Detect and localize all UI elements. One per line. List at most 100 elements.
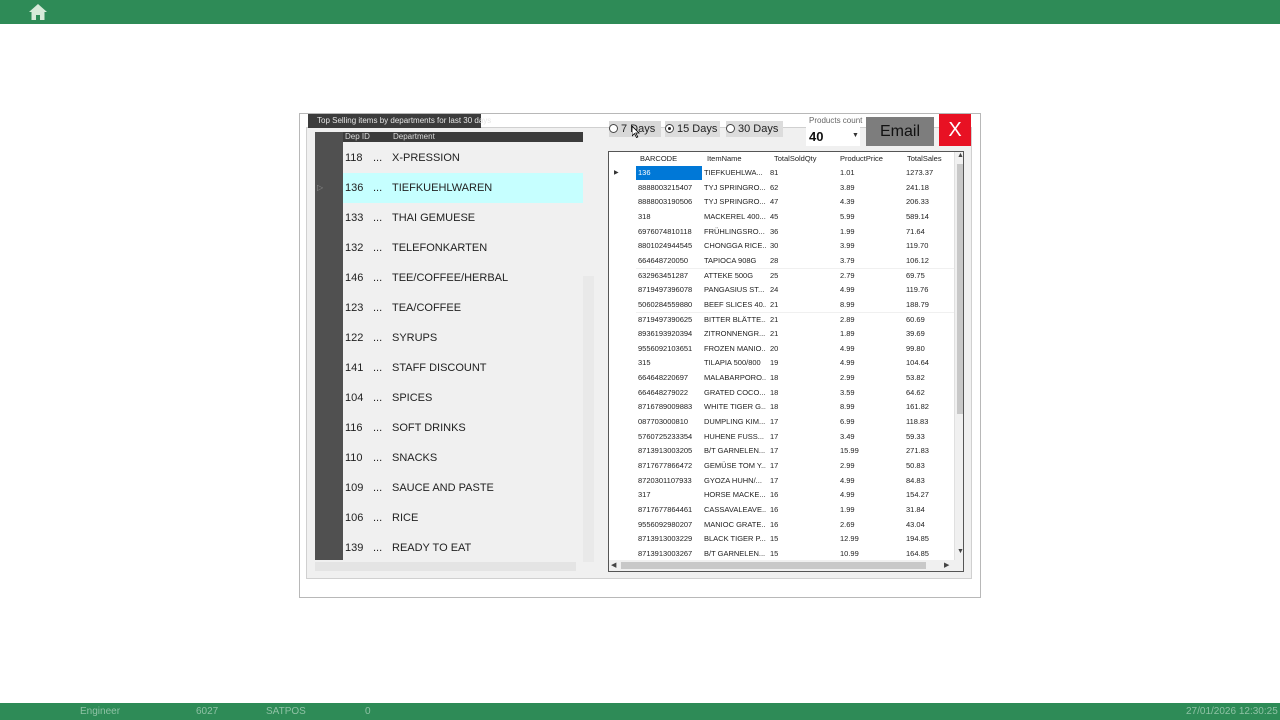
totalsales-cell[interactable]: 589.14: [906, 210, 954, 224]
productprice-cell[interactable]: 8.99: [840, 298, 896, 312]
totalsoldqty-cell[interactable]: 21: [770, 298, 830, 312]
barcode-cell[interactable]: 087703000810: [638, 415, 700, 429]
totalsales-cell[interactable]: 161.82: [906, 400, 954, 414]
productprice-cell[interactable]: 2.79: [840, 269, 896, 283]
barcode-cell[interactable]: 9556092980207: [638, 518, 700, 532]
itemname-cell[interactable]: TAPIOCA 908G: [704, 254, 766, 268]
itemname-cell[interactable]: GEMÜSE TOM Y...: [704, 459, 766, 473]
totalsoldqty-cell[interactable]: 16: [770, 488, 830, 502]
sales-row[interactable]: 8716789009883 WHITE TIGER G... 18 8.99 161.8…: [609, 400, 954, 415]
department-row[interactable]: 110... SNACKS: [343, 443, 583, 473]
totalsoldqty-cell[interactable]: 28: [770, 254, 830, 268]
totalsales-cell[interactable]: 194.85: [906, 532, 954, 546]
email-button[interactable]: Email: [866, 117, 934, 146]
totalsoldqty-cell[interactable]: 19: [770, 356, 830, 370]
sales-row[interactable]: 8888003190506 TYJ SPRINGRO... 47 4.39 206.33: [609, 195, 954, 210]
totalsoldqty-cell[interactable]: 21: [770, 313, 830, 327]
productprice-cell[interactable]: 15.99: [840, 444, 896, 458]
totalsales-cell[interactable]: 43.04: [906, 518, 954, 532]
barcode-cell[interactable]: 664648220697: [638, 371, 700, 385]
productprice-cell[interactable]: 4.99: [840, 283, 896, 297]
column-header-barcode[interactable]: BARCODE: [640, 154, 677, 163]
column-header-totalsales[interactable]: TotalSales: [907, 154, 942, 163]
totalsales-cell[interactable]: 118.83: [906, 415, 954, 429]
column-header-productprice[interactable]: ProductPrice: [840, 154, 883, 163]
sales-row[interactable]: 8713913003205 B/T GARNELEN... 17 15.99 271.8…: [609, 444, 954, 459]
radio-30-days[interactable]: 30 Days: [726, 121, 783, 137]
barcode-cell[interactable]: 8713913003205: [638, 444, 700, 458]
itemname-cell[interactable]: FROZEN MANIO...: [704, 342, 766, 356]
column-header-department[interactable]: Department: [393, 132, 435, 142]
department-horizontal-scrollbar[interactable]: [315, 562, 576, 571]
totalsales-cell[interactable]: 188.79: [906, 298, 954, 312]
productprice-cell[interactable]: 3.49: [840, 430, 896, 444]
department-row[interactable]: 141... STAFF DISCOUNT: [343, 353, 583, 383]
totalsoldqty-cell[interactable]: 21: [770, 327, 830, 341]
department-row[interactable]: 118... X-PRESSION: [343, 143, 583, 173]
totalsales-cell[interactable]: 106.12: [906, 254, 954, 268]
itemname-cell[interactable]: B/T GARNELEN...: [704, 547, 766, 561]
totalsoldqty-cell[interactable]: 15: [770, 547, 830, 561]
column-header-dep-id[interactable]: Dep ID: [345, 132, 370, 142]
barcode-cell[interactable]: 315: [638, 356, 700, 370]
barcode-cell[interactable]: 136: [636, 166, 702, 180]
itemname-cell[interactable]: B/T GARNELEN...: [704, 444, 766, 458]
department-row[interactable]: 139... READY TO EAT: [343, 533, 583, 562]
totalsales-cell[interactable]: 271.83: [906, 444, 954, 458]
totalsoldqty-cell[interactable]: 62: [770, 181, 830, 195]
totalsales-cell[interactable]: 60.69: [906, 313, 954, 327]
itemname-cell[interactable]: HORSE MACKE...: [704, 488, 766, 502]
productprice-cell[interactable]: 3.79: [840, 254, 896, 268]
productprice-cell[interactable]: 4.99: [840, 488, 896, 502]
totalsoldqty-cell[interactable]: 36: [770, 225, 830, 239]
totalsoldqty-cell[interactable]: 81: [770, 166, 830, 180]
totalsales-cell[interactable]: 1273.37: [906, 166, 954, 180]
home-icon[interactable]: [28, 3, 48, 21]
department-row[interactable]: 132... TELEFONKARTEN: [343, 233, 583, 263]
column-header-itemname[interactable]: ItemName: [707, 154, 742, 163]
sales-row[interactable]: ▶ 136 TIEFKUEHLWA... 81 1.01 1273.37: [609, 166, 954, 181]
itemname-cell[interactable]: TIEFKUEHLWA...: [704, 166, 766, 180]
productprice-cell[interactable]: 3.89: [840, 181, 896, 195]
sales-row[interactable]: 8717677864461 CASSAVALEAVE... 16 1.99 31.84: [609, 502, 954, 518]
barcode-cell[interactable]: 8720301107933: [638, 474, 700, 488]
productprice-cell[interactable]: 2.99: [840, 371, 896, 385]
department-vertical-scrollbar[interactable]: [583, 276, 594, 562]
itemname-cell[interactable]: BLACK TIGER P...: [704, 532, 766, 546]
column-header-totalsoldqty[interactable]: TotalSoldQty: [774, 154, 817, 163]
productprice-cell[interactable]: 2.89: [840, 313, 896, 327]
barcode-cell[interactable]: 8717677866472: [638, 459, 700, 473]
department-row[interactable]: 104... SPICES: [343, 383, 583, 413]
sales-row[interactable]: 664648720050 TAPIOCA 908G 28 3.79 106.12: [609, 253, 954, 269]
itemname-cell[interactable]: GYOZA HUHN/...: [704, 474, 766, 488]
barcode-cell[interactable]: 664648279022: [638, 386, 700, 400]
totalsoldqty-cell[interactable]: 25: [770, 269, 830, 283]
productprice-cell[interactable]: 2.69: [840, 518, 896, 532]
productprice-cell[interactable]: 3.99: [840, 239, 896, 253]
itemname-cell[interactable]: DUMPLING KIM...: [704, 415, 766, 429]
barcode-cell[interactable]: 8719497390625: [638, 313, 700, 327]
totalsoldqty-cell[interactable]: 17: [770, 474, 830, 488]
itemname-cell[interactable]: MACKEREL 400...: [704, 210, 766, 224]
department-grid[interactable]: Dep ID Department 118... X-PRESSION 136...…: [315, 132, 583, 562]
itemname-cell[interactable]: BITTER BLÄTTE...: [704, 313, 766, 327]
totalsoldqty-cell[interactable]: 17: [770, 444, 830, 458]
department-row[interactable]: 136... TIEFKUEHLWAREN: [343, 173, 583, 203]
department-row[interactable]: 122... SYRUPS: [343, 323, 583, 353]
totalsales-cell[interactable]: 119.70: [906, 239, 954, 253]
chevron-down-icon[interactable]: ▼: [852, 132, 859, 139]
radio-15-days[interactable]: 15 Days: [665, 121, 720, 137]
totalsales-cell[interactable]: 206.33: [906, 195, 954, 209]
productprice-cell[interactable]: 6.99: [840, 415, 896, 429]
itemname-cell[interactable]: CASSAVALEAVE...: [704, 503, 766, 517]
totalsales-cell[interactable]: 99.80: [906, 342, 954, 356]
totalsales-cell[interactable]: 104.64: [906, 356, 954, 370]
productprice-cell[interactable]: 8.99: [840, 400, 896, 414]
totalsoldqty-cell[interactable]: 17: [770, 459, 830, 473]
productprice-cell[interactable]: 10.99: [840, 547, 896, 561]
totalsales-cell[interactable]: 59.33: [906, 430, 954, 444]
barcode-cell[interactable]: 8936193920394: [638, 327, 700, 341]
barcode-cell[interactable]: 8717677864461: [638, 503, 700, 517]
scroll-up-icon[interactable]: ▲: [957, 152, 963, 159]
sales-row[interactable]: 8888003215407 TYJ SPRINGRO... 62 3.89 241.18: [609, 180, 954, 196]
